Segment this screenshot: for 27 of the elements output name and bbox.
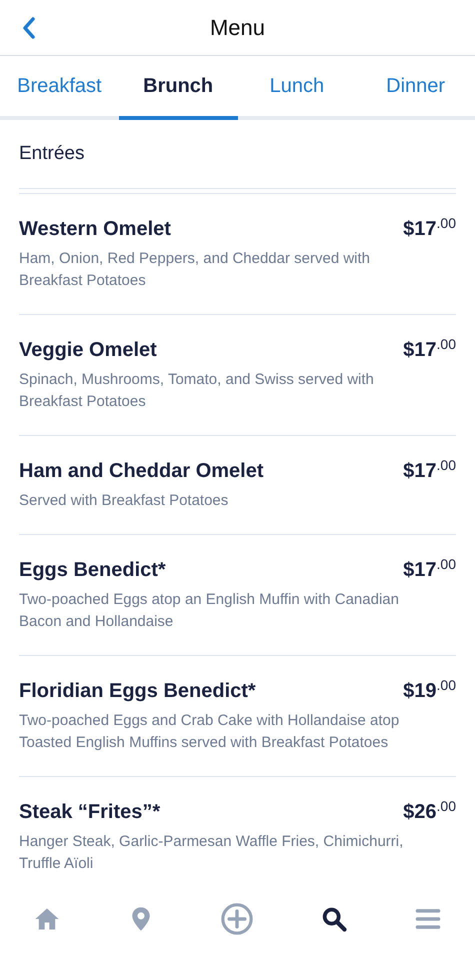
dish-description: Hanger Steak, Garlic-Parmesan Waffle Fries, Chimichurri, Truffle Aïoli (19, 832, 404, 874)
dish-description: Ham, Onion, Red Peppers, and Cheddar served with Breakfast Potatoes (19, 249, 372, 291)
dish-price: $17$^{.00}$ (403, 557, 456, 583)
menu-tab[interactable]: Breakfast (0, 56, 119, 120)
dish-price: $26$^{.00}$ (403, 799, 456, 825)
dish-price: $17$^{.00}$ (403, 337, 456, 363)
menu-tab[interactable]: Lunch (238, 56, 356, 120)
dish-name: Eggs Benedict* (19, 558, 166, 583)
dish-name: Floridian Eggs Benedict* (19, 679, 256, 704)
dish-price: $19$^{.00}$ (403, 678, 456, 704)
dish-price: $17$^{.00}$ (403, 216, 456, 242)
dish-description: Served with Breakfast Potatoes (19, 491, 230, 511)
menu-tab[interactable]: Brunch (118, 56, 238, 120)
dish-name: Steak “Frites”* (19, 800, 160, 825)
dish-description: Spinach, Mushrooms, Tomato, and Swiss served with Breakfast Potatoes (19, 370, 375, 412)
screen-title: Menu (210, 14, 266, 42)
back-icon[interactable] (22, 16, 36, 40)
dish-name: Ham and Cheddar Omelet (19, 459, 264, 484)
add-icon[interactable] (220, 902, 254, 936)
dish-name: Western Omelet (19, 217, 171, 242)
dish-name: Veggie Omelet (19, 338, 157, 363)
section-title: Entrées (19, 142, 86, 166)
dish-description: Two-poached Eggs and Crab Cake with Hollandaise atop Toasted English Muffins served with Breakfast Potatoes (19, 711, 400, 753)
dish-description: Two-poached Eggs atop an English Muffin with Canadian Bacon and Hollandaise (19, 590, 400, 632)
dish-price: $17$^{.00}$ (403, 458, 456, 484)
menu-tab[interactable]: Dinner (356, 56, 475, 120)
search-icon[interactable] (320, 905, 348, 933)
